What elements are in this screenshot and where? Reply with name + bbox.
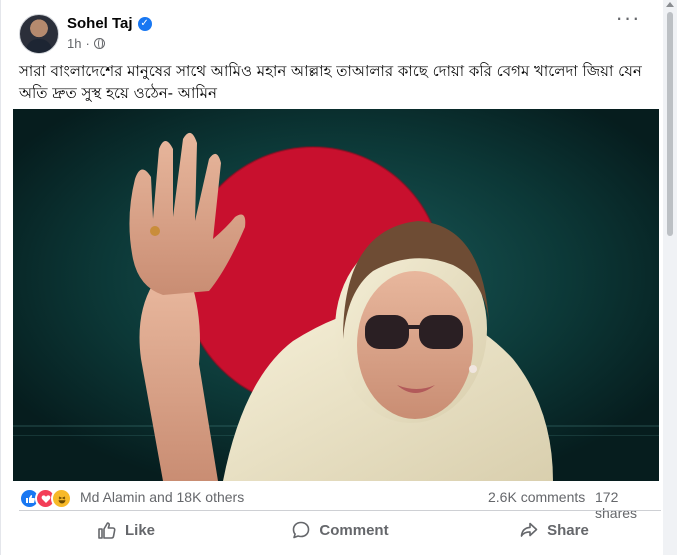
comment-button[interactable]: Comment (233, 513, 447, 547)
scrollbar[interactable] (663, 0, 677, 555)
share-button[interactable]: Share (447, 513, 661, 547)
comment-bubble-icon (293, 521, 310, 539)
thumbs-up-icon (98, 522, 116, 539)
globe-icon (93, 38, 105, 49)
comments-count[interactable]: 2.6K comments (488, 489, 585, 505)
comment-label: Comment (319, 521, 389, 539)
reaction-icons[interactable] (19, 488, 72, 509)
author-avatar[interactable] (19, 14, 59, 54)
verified-badge-icon: ✓ (137, 16, 152, 31)
post-meta: 1h · (67, 36, 105, 51)
reactions-summary: Md Alamin and 18K others 2.6K comments 1… (19, 486, 661, 521)
post-caption: সারা বাংলাদেশের মানুষের সাথে আমিও মহান আ… (19, 62, 642, 102)
reactors-text[interactable]: Md Alamin and 18K others (80, 489, 244, 505)
post-action-bar: Like Comment Share (19, 513, 661, 547)
scroll-thumb[interactable] (667, 12, 673, 236)
share-label: Share (547, 521, 589, 539)
action-divider (19, 510, 661, 511)
post-timestamp[interactable]: 1h (67, 36, 81, 51)
share-arrow-icon (520, 522, 538, 537)
author-name-row: Sohel Taj ✓ (67, 15, 152, 32)
more-options-icon[interactable]: ··· (614, 7, 642, 32)
avatar-shirt (26, 39, 52, 53)
author-name[interactable]: Sohel Taj (67, 15, 133, 32)
feed-post: Sohel Taj ✓ 1h · ··· সারা বাংলাদেশের মান… (0, 0, 679, 555)
scroll-up-arrow-icon[interactable] (666, 2, 674, 7)
post-image-illustration (13, 109, 659, 481)
post-image[interactable] (13, 109, 659, 481)
post-header: Sohel Taj ✓ 1h · (19, 12, 639, 54)
haha-reaction-icon (51, 488, 72, 509)
meta-separator: · (85, 36, 90, 51)
like-button[interactable]: Like (19, 513, 233, 547)
like-label: Like (124, 521, 155, 539)
